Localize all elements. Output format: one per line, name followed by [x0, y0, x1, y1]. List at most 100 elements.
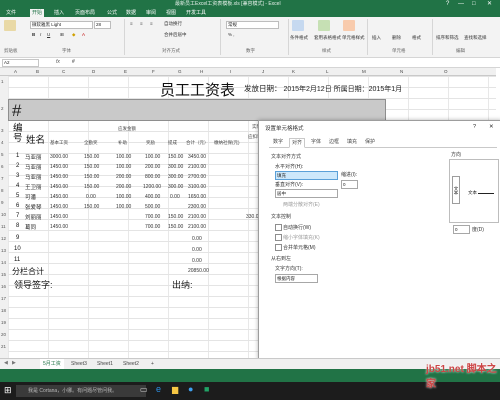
base-salary[interactable]: 3000.00 — [50, 154, 68, 160]
full-attendance[interactable]: 150.00 — [84, 184, 99, 190]
edge-browser-icon[interactable]: e — [156, 384, 161, 394]
full-attendance[interactable]: 150.00 — [84, 164, 99, 170]
total[interactable]: 2700.00 — [188, 174, 206, 180]
total[interactable]: 2300.00 — [188, 204, 206, 210]
row-header[interactable]: 12 — [1, 236, 6, 241]
italic-icon[interactable]: I — [40, 32, 41, 37]
subsidy[interactable]: 100.00 — [116, 154, 131, 160]
base-salary[interactable]: 1450.00 — [50, 164, 68, 170]
maximize-button[interactable]: □ — [472, 0, 476, 9]
total[interactable]: 0.00 — [192, 247, 202, 253]
employee-name[interactable]: 葛同 — [25, 223, 36, 231]
dialog-tab-border[interactable]: 边框 — [327, 138, 341, 146]
employee-name[interactable]: 马亚丽 — [25, 173, 42, 181]
award[interactable]: 200.00 — [145, 164, 160, 170]
total[interactable]: 1650.00 — [188, 194, 206, 200]
subsidy[interactable]: 100.00 — [116, 164, 131, 170]
commission[interactable]: 300.00 — [168, 184, 183, 190]
employee-name[interactable]: 可潘 — [25, 193, 36, 201]
tab-home[interactable]: 开始 — [30, 9, 45, 17]
browser-icon[interactable]: ● — [188, 384, 193, 394]
shrink-checkbox[interactable] — [275, 234, 282, 241]
row-header[interactable]: 4 — [1, 140, 4, 145]
total[interactable]: 2100.00 — [188, 224, 206, 230]
dialog-tab-number[interactable]: 数字 — [271, 138, 285, 146]
row-header[interactable]: 14 — [1, 260, 6, 265]
total[interactable]: 2100.00 — [188, 164, 206, 170]
column-header[interactable]: N — [400, 68, 403, 75]
row-header[interactable]: 16 — [1, 284, 6, 289]
column-header[interactable]: G — [178, 68, 182, 75]
base-salary[interactable]: 1450.00 — [50, 184, 68, 190]
full-attendance[interactable]: 150.00 — [84, 154, 99, 160]
total[interactable]: 2100.00 — [188, 214, 206, 220]
row-header[interactable]: 20 — [1, 332, 6, 337]
subsidy[interactable]: 700.00 — [145, 214, 160, 220]
row-header[interactable]: 6 — [1, 164, 4, 169]
orientation-box[interactable]: 文本 文本 — [449, 159, 499, 223]
font-name-select[interactable]: 微软雅黑 Light — [30, 21, 93, 29]
help-icon[interactable]: ? — [446, 0, 449, 9]
border-icon[interactable]: ⊞ — [60, 32, 64, 38]
column-header[interactable]: J — [262, 68, 264, 75]
minimize-button[interactable]: — — [458, 0, 464, 9]
excel-taskbar-icon[interactable]: ■ — [204, 384, 209, 394]
table-format-button[interactable]: 套用表格格式 — [314, 35, 341, 41]
close-button[interactable]: ✕ — [487, 0, 492, 9]
table-format-icon[interactable] — [318, 20, 330, 31]
row-header[interactable]: 19 — [1, 320, 6, 325]
tab-review[interactable]: 审阅 — [144, 9, 158, 17]
row-header[interactable]: 15 — [1, 272, 6, 277]
total[interactable]: 0.00 — [192, 236, 202, 242]
subsidy[interactable]: 200.00 — [116, 174, 131, 180]
full-attendance[interactable]: 150.00 — [84, 204, 99, 210]
cell-style-icon[interactable] — [343, 20, 355, 31]
base-salary[interactable]: 1450.00 — [50, 224, 68, 230]
tab-page-layout[interactable]: 页面布局 — [73, 9, 97, 17]
employee-name[interactable]: 王卫丽 — [25, 183, 42, 191]
sheet-tab[interactable]: Sheet1 — [94, 359, 116, 369]
employee-name[interactable]: 张爱琴 — [25, 203, 42, 211]
full-attendance[interactable]: 0.00 — [86, 194, 96, 200]
total[interactable]: 3100.00 — [188, 184, 206, 190]
delete-cells-button[interactable]: 删除 — [392, 35, 401, 41]
percent-icon[interactable]: % , — [228, 32, 235, 37]
subtotal-value[interactable]: 20850.00 — [188, 268, 209, 274]
award[interactable]: 1200.00 — [143, 184, 161, 190]
wrap-checkbox[interactable] — [275, 224, 282, 231]
row-header[interactable]: 2 — [1, 106, 4, 111]
base-salary[interactable]: 1450.00 — [50, 204, 68, 210]
award[interactable]: 400.00 — [145, 194, 160, 200]
add-sheet-button[interactable]: + — [148, 359, 157, 369]
insert-cells-button[interactable]: 插入 — [372, 35, 381, 41]
windows-start-icon[interactable]: ⊞ — [4, 385, 12, 396]
subsidy[interactable]: 700.00 — [145, 224, 160, 230]
indent-input[interactable]: 0 — [341, 180, 358, 189]
number-format-select[interactable]: 常规 — [226, 21, 279, 29]
dialog-tab-fill[interactable]: 填充 — [345, 138, 359, 146]
base-salary[interactable]: 1450.00 — [50, 194, 68, 200]
find-select-button[interactable]: 查找和选择 — [464, 35, 487, 41]
font-size-select[interactable]: 28 — [94, 21, 111, 29]
column-header[interactable]: F — [152, 68, 155, 75]
vertical-text-icon[interactable]: 文本 — [452, 176, 460, 204]
commission[interactable]: 300.00 — [168, 174, 183, 180]
dialog-tab-font[interactable]: 字体 — [309, 138, 323, 146]
tab-view[interactable]: 视图 — [164, 9, 178, 17]
dialog-tab-alignment[interactable]: 对齐 — [289, 138, 306, 148]
direction-select[interactable]: 根据内容 — [275, 274, 318, 283]
column-header[interactable]: A — [14, 68, 17, 75]
conditional-format-icon[interactable] — [292, 20, 304, 31]
tab-scroll-right-icon[interactable]: ▶ — [12, 360, 16, 366]
align-top-icon[interactable]: ≡ — [130, 21, 133, 26]
award[interactable]: 500.00 — [145, 204, 160, 210]
file-explorer-icon[interactable]: ▆ — [172, 385, 178, 394]
column-header[interactable]: C — [62, 68, 65, 75]
row-header[interactable]: 9 — [1, 200, 4, 205]
bold-icon[interactable]: B — [32, 32, 35, 37]
fx-icon[interactable]: fx — [56, 59, 60, 65]
employee-name[interactable]: 刘丽丽 — [25, 213, 42, 221]
column-header[interactable]: M — [362, 68, 366, 75]
sheet-tab[interactable]: Sheet3 — [68, 359, 90, 369]
sheet-tab[interactable]: Sheet2 — [120, 359, 142, 369]
